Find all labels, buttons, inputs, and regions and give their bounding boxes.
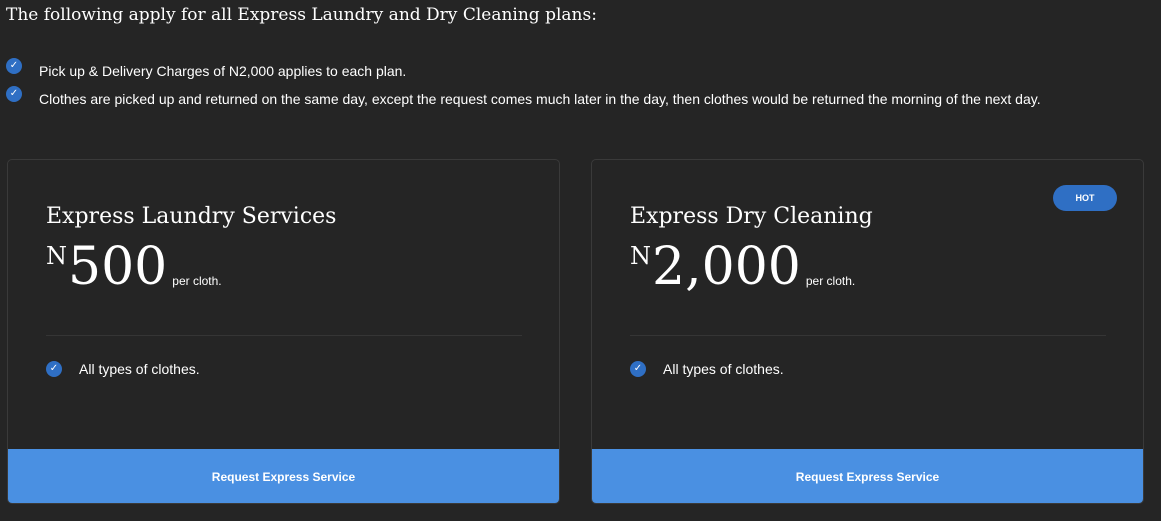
plan-price: N 2,000 per cloth. xyxy=(630,238,855,296)
note-item: ✓ Clothes are picked up and returned on … xyxy=(6,85,1041,113)
divider xyxy=(630,335,1106,336)
price-unit: per cloth. xyxy=(172,274,222,288)
plan-title: Express Laundry Services xyxy=(46,204,337,229)
plan-card-express-laundry: Express Laundry Services N 500 per cloth… xyxy=(7,159,560,504)
request-express-service-button[interactable]: Request Express Service xyxy=(592,449,1143,503)
currency-symbol: N xyxy=(46,242,67,270)
plan-title: Express Dry Cleaning xyxy=(630,204,873,229)
check-circle-icon: ✓ xyxy=(6,86,22,102)
price-unit: per cloth. xyxy=(805,274,856,288)
feature-item: ✓ All types of clothes. xyxy=(630,361,784,377)
check-circle-icon: ✓ xyxy=(6,58,22,74)
note-item: ✓ Pick up & Delivery Charges of N2,000 a… xyxy=(6,57,1041,85)
feature-item: ✓ All types of clothes. xyxy=(46,361,200,377)
feature-text: All types of clothes. xyxy=(663,361,784,377)
price-amount: 500 xyxy=(68,237,168,297)
plan-notes-list: ✓ Pick up & Delivery Charges of N2,000 a… xyxy=(6,57,1041,113)
plan-price: N 500 per cloth. xyxy=(46,238,222,296)
currency-symbol: N xyxy=(630,242,651,270)
request-express-service-button[interactable]: Request Express Service xyxy=(8,449,559,503)
check-circle-icon: ✓ xyxy=(630,361,646,377)
plan-card-express-dry-cleaning: HOT Express Dry Cleaning N 2,000 per clo… xyxy=(591,159,1144,504)
note-text: Clothes are picked up and returned on th… xyxy=(39,91,1041,107)
check-circle-icon: ✓ xyxy=(46,361,62,377)
feature-text: All types of clothes. xyxy=(79,361,200,377)
hot-badge: HOT xyxy=(1053,185,1117,211)
note-text: Pick up & Delivery Charges of N2,000 app… xyxy=(39,63,407,79)
divider xyxy=(46,335,522,336)
price-amount: 2,000 xyxy=(652,237,801,297)
page-heading: The following apply for all Express Laun… xyxy=(6,5,597,25)
